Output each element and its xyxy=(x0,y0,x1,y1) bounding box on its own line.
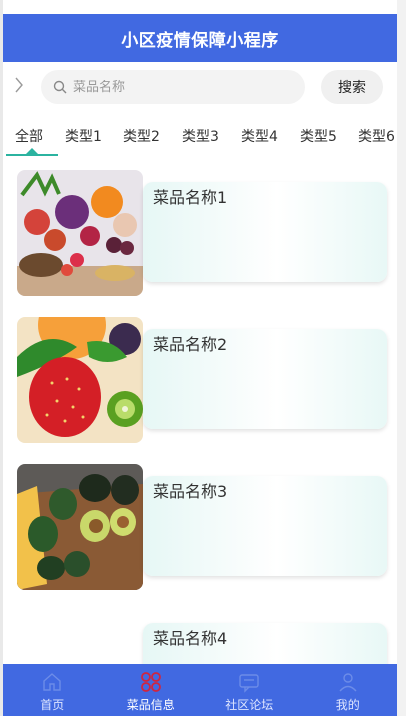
tab-type4[interactable]: 类型4 xyxy=(241,126,278,146)
list-item[interactable]: 菜品名称1 xyxy=(17,158,391,296)
dish-list: 菜品名称1 菜品名称2 菜品名称3 菜品名称4 xyxy=(3,158,397,664)
forum-chat-icon xyxy=(239,674,259,693)
nav-mine-label: 我的 xyxy=(335,698,360,712)
tab-type6[interactable]: 类型6 xyxy=(358,126,395,146)
search-input[interactable] xyxy=(73,79,273,95)
dish-image[interactable] xyxy=(17,464,143,590)
tab-all[interactable]: 全部 xyxy=(15,126,43,146)
search-button[interactable]: 搜索 xyxy=(321,70,383,104)
nav-dishes-label: 菜品信息 xyxy=(126,698,175,712)
search-box[interactable] xyxy=(41,70,305,104)
dish-name: 菜品名称2 xyxy=(153,335,228,354)
nav-mine[interactable]: 我的 xyxy=(299,664,398,716)
dish-card[interactable]: 菜品名称4 xyxy=(143,623,387,664)
app-header: 小区疫情保障小程序 xyxy=(3,14,397,62)
home-icon xyxy=(43,673,61,691)
nav-dishes[interactable]: 菜品信息 xyxy=(102,664,201,716)
list-item[interactable]: 菜品名称3 xyxy=(17,452,391,590)
nav-forum-label: 社区论坛 xyxy=(225,698,274,712)
nav-forum[interactable]: 社区论坛 xyxy=(200,664,299,716)
page-title: 小区疫情保障小程序 xyxy=(121,30,279,51)
nav-home[interactable]: 首页 xyxy=(3,664,102,716)
user-icon xyxy=(339,673,357,692)
dish-image[interactable] xyxy=(17,317,143,443)
dishes-grid-icon xyxy=(140,672,161,692)
chevron-right-icon[interactable] xyxy=(14,76,28,96)
tab-type5[interactable]: 类型5 xyxy=(300,126,337,146)
active-tab-indicator xyxy=(6,154,58,156)
dish-name: 菜品名称1 xyxy=(153,188,228,207)
tab-type1[interactable]: 类型1 xyxy=(65,126,102,146)
dish-image[interactable] xyxy=(17,170,143,296)
tab-type2[interactable]: 类型2 xyxy=(123,126,160,146)
tab-type3[interactable]: 类型3 xyxy=(182,126,219,146)
dish-name: 菜品名称4 xyxy=(153,629,228,648)
right-frame-edge xyxy=(397,0,406,716)
dish-card[interactable]: 菜品名称3 xyxy=(143,476,387,576)
dish-name: 菜品名称3 xyxy=(153,482,228,501)
dish-card[interactable]: 菜品名称2 xyxy=(143,329,387,429)
search-row: 搜索 xyxy=(3,62,397,112)
category-tabs: 全部 类型1 类型2 类型3 类型4 类型5 类型6 xyxy=(3,112,397,158)
list-item[interactable]: 菜品名称2 xyxy=(17,305,391,443)
bottom-nav: 首页 菜品信息 社区论坛 我的 xyxy=(3,664,397,716)
search-icon xyxy=(53,80,67,94)
list-item[interactable]: 菜品名称4 xyxy=(17,599,391,664)
dish-card[interactable]: 菜品名称1 xyxy=(143,182,387,282)
nav-home-label: 首页 xyxy=(40,698,65,712)
